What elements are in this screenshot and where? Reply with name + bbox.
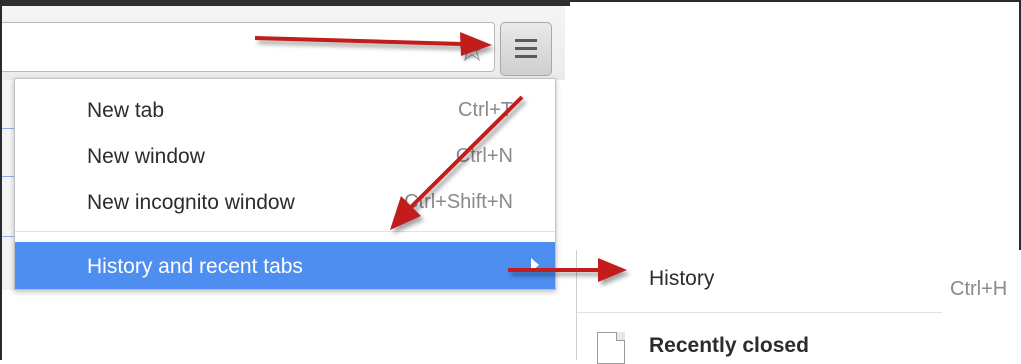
menu-item-label: History and recent tabs [87, 255, 303, 278]
menu-item-new-window[interactable]: New window Ctrl+N [15, 136, 555, 176]
submenu-separator [577, 312, 942, 313]
menu-item-shortcut: Ctrl+T [458, 99, 513, 121]
address-bar[interactable] [2, 22, 495, 72]
menu-item-history-and-recent-tabs[interactable]: History and recent tabs [15, 242, 555, 289]
menu-separator [15, 231, 555, 232]
history-submenu: History Ctrl+H Recently closed [576, 250, 1021, 364]
menu-item-shortcut: Ctrl+N [455, 145, 513, 167]
page-icon [597, 332, 625, 364]
star-icon[interactable]: ☆ [452, 30, 492, 70]
menu-item-shortcut: Ctrl+Shift+N [404, 191, 513, 213]
chrome-menu: New tab Ctrl+T New window Ctrl+N New inc… [14, 78, 556, 290]
submenu-item-history[interactable]: History [649, 267, 714, 291]
submenu-item-shortcut: Ctrl+H [950, 278, 1008, 300]
hamburger-icon-bar [515, 55, 537, 58]
menu-item-new-incognito-window[interactable]: New incognito window Ctrl+Shift+N [15, 182, 555, 222]
screenshot-border-top [570, 0, 1021, 2]
menu-item-label: New incognito window [87, 191, 295, 214]
submenu-heading-recently-closed: Recently closed [649, 334, 809, 357]
submenu-arrow-icon [531, 258, 539, 272]
menu-item-label: New tab [87, 99, 165, 122]
menu-item-label: New window [87, 145, 205, 168]
menu-item-new-tab[interactable]: New tab Ctrl+T [15, 90, 555, 130]
hamburger-icon [515, 39, 537, 42]
chrome-menu-button[interactable] [500, 22, 552, 76]
hamburger-icon-bar [515, 47, 537, 50]
